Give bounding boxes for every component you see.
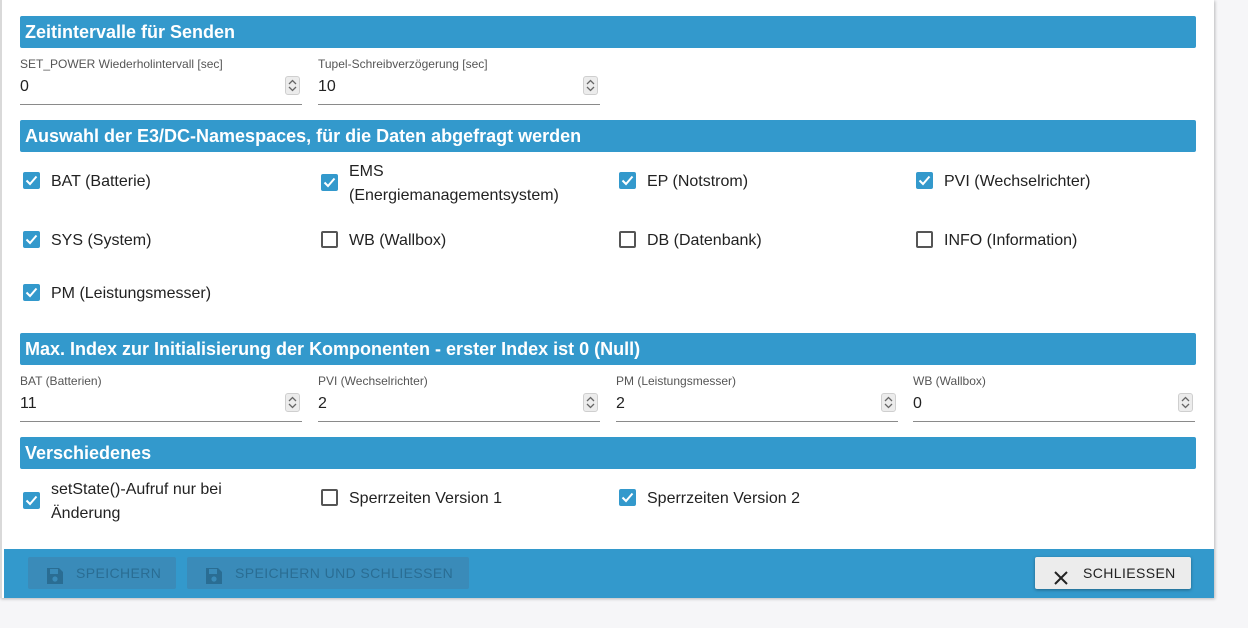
checkbox-sys[interactable]: SYS (System) xyxy=(20,231,310,279)
checkbox-wb[interactable]: WB (Wallbox) xyxy=(318,231,608,279)
close-button[interactable]: SCHLIESSEN xyxy=(1035,557,1191,589)
checkbox-checked[interactable] xyxy=(23,172,40,189)
checkbox-checked[interactable] xyxy=(619,172,636,189)
field-value: 0 xyxy=(20,78,29,95)
checkbox-info[interactable]: INFO (Information) xyxy=(913,231,1203,279)
floppy-disk-icon xyxy=(205,564,223,596)
checkbox-lock-times-v1[interactable]: Sperrzeiten Version 1 xyxy=(318,489,608,537)
settings-panel: Zeitintervalle für Senden SET_POWER Wied… xyxy=(0,0,1214,598)
spinner-icon[interactable] xyxy=(583,76,598,95)
label-line: (Energiemanagementsystem) xyxy=(349,187,559,204)
checkbox-checked[interactable] xyxy=(23,284,40,301)
checkbox-ep[interactable]: EP (Notstrom) xyxy=(616,172,906,220)
save-and-close-button-label: SPEICHERN UND SCHLIESSEN xyxy=(235,565,454,581)
wb-index-input[interactable]: 0 xyxy=(913,393,1195,422)
label-line: Änderung xyxy=(51,505,121,522)
pm-index-field: PM (Leistungsmesser) 2 xyxy=(616,373,898,422)
save-and-close-button[interactable]: SPEICHERN UND SCHLIESSEN xyxy=(187,557,469,589)
tuple-write-delay-field: Tupel-Schreibverzögerung [sec] 10 xyxy=(318,56,600,105)
wb-index-field: WB (Wallbox) 0 xyxy=(913,373,1195,422)
field-label: Tupel-Schreibverzögerung [sec] xyxy=(318,57,488,71)
section-header-misc: Verschiedenes xyxy=(20,437,1196,469)
field-label: WB (Wallbox) xyxy=(913,374,986,388)
set-power-interval-field: SET_POWER Wiederholintervall [sec] 0 xyxy=(20,56,302,105)
checkbox-label: WB (Wallbox) xyxy=(349,232,447,249)
checkbox-label: SYS (System) xyxy=(51,232,152,249)
label-line: EMS xyxy=(349,163,384,180)
checkbox-checked[interactable] xyxy=(23,231,40,248)
pvi-index-input[interactable]: 2 xyxy=(318,393,600,422)
pvi-index-field: PVI (Wechselrichter) 2 xyxy=(318,373,600,422)
checkbox-unchecked[interactable] xyxy=(321,231,338,248)
save-button[interactable]: SPEICHERN xyxy=(28,557,176,589)
checkbox-label: PVI (Wechselrichter) xyxy=(944,173,1091,190)
tuple-write-delay-input[interactable]: 10 xyxy=(318,76,600,105)
bat-index-input[interactable]: 11 xyxy=(20,393,302,422)
close-button-label: SCHLIESSEN xyxy=(1083,565,1176,581)
checkbox-checked[interactable] xyxy=(321,174,338,191)
checkbox-ems[interactable]: EMS (Energiemanagementsystem) xyxy=(318,163,608,222)
field-label: BAT (Batterien) xyxy=(20,374,102,388)
checkbox-label: DB (Datenbank) xyxy=(647,232,762,249)
checkbox-pm[interactable]: PM (Leistungsmesser) xyxy=(20,284,310,332)
checkbox-label: EMS (Energiemanagementsystem) xyxy=(349,160,559,208)
checkbox-setstate-on-change[interactable]: setState()-Aufruf nur bei Änderung xyxy=(20,481,310,540)
checkbox-checked[interactable] xyxy=(23,492,40,509)
spinner-icon[interactable] xyxy=(285,76,300,95)
field-value: 0 xyxy=(913,395,922,412)
checkbox-label: INFO (Information) xyxy=(944,232,1078,249)
checkbox-label: EP (Notstrom) xyxy=(647,173,749,190)
checkbox-bat[interactable]: BAT (Batterie) xyxy=(20,172,310,220)
field-value: 10 xyxy=(318,78,336,95)
bat-index-field: BAT (Batterien) 11 xyxy=(20,373,302,422)
spinner-icon[interactable] xyxy=(881,393,896,412)
checkbox-label: Sperrzeiten Version 1 xyxy=(349,490,502,507)
field-value: 11 xyxy=(20,395,37,412)
spinner-icon[interactable] xyxy=(1178,393,1193,412)
checkbox-label: PM (Leistungsmesser) xyxy=(51,285,212,302)
save-button-label: SPEICHERN xyxy=(76,565,162,581)
section-header-intervals: Zeitintervalle für Senden xyxy=(20,16,1196,48)
checkbox-pvi[interactable]: PVI (Wechselrichter) xyxy=(913,172,1203,220)
spinner-icon[interactable] xyxy=(583,393,598,412)
field-label: SET_POWER Wiederholintervall [sec] xyxy=(20,57,223,71)
checkbox-checked[interactable] xyxy=(916,172,933,189)
set-power-interval-input[interactable]: 0 xyxy=(20,76,302,105)
checkbox-unchecked[interactable] xyxy=(619,231,636,248)
footer-bar: SPEICHERN SPEICHERN UND SCHLIESSEN SCHLI… xyxy=(4,549,1214,598)
checkbox-label: setState()-Aufruf nur bei Änderung xyxy=(51,478,222,526)
checkbox-lock-times-v2[interactable]: Sperrzeiten Version 2 xyxy=(616,489,906,537)
field-value: 2 xyxy=(318,395,327,412)
spinner-icon[interactable] xyxy=(285,393,300,412)
checkbox-checked[interactable] xyxy=(619,489,636,506)
checkbox-label: Sperrzeiten Version 2 xyxy=(647,490,800,507)
checkbox-label: BAT (Batterie) xyxy=(51,173,151,190)
checkbox-unchecked[interactable] xyxy=(916,231,933,248)
section-header-max-index: Max. Index zur Initialisierung der Kompo… xyxy=(20,333,1196,365)
close-x-icon xyxy=(1053,565,1069,597)
checkbox-unchecked[interactable] xyxy=(321,489,338,506)
checkbox-db[interactable]: DB (Datenbank) xyxy=(616,231,906,279)
field-value: 2 xyxy=(616,395,625,412)
pm-index-input[interactable]: 2 xyxy=(616,393,898,422)
floppy-disk-icon xyxy=(46,564,64,596)
section-header-namespaces: Auswahl der E3/DC-Namespaces, für die Da… xyxy=(20,120,1196,152)
field-label: PVI (Wechselrichter) xyxy=(318,374,428,388)
label-line: setState()-Aufruf nur bei xyxy=(51,481,222,498)
field-label: PM (Leistungsmesser) xyxy=(616,374,737,388)
